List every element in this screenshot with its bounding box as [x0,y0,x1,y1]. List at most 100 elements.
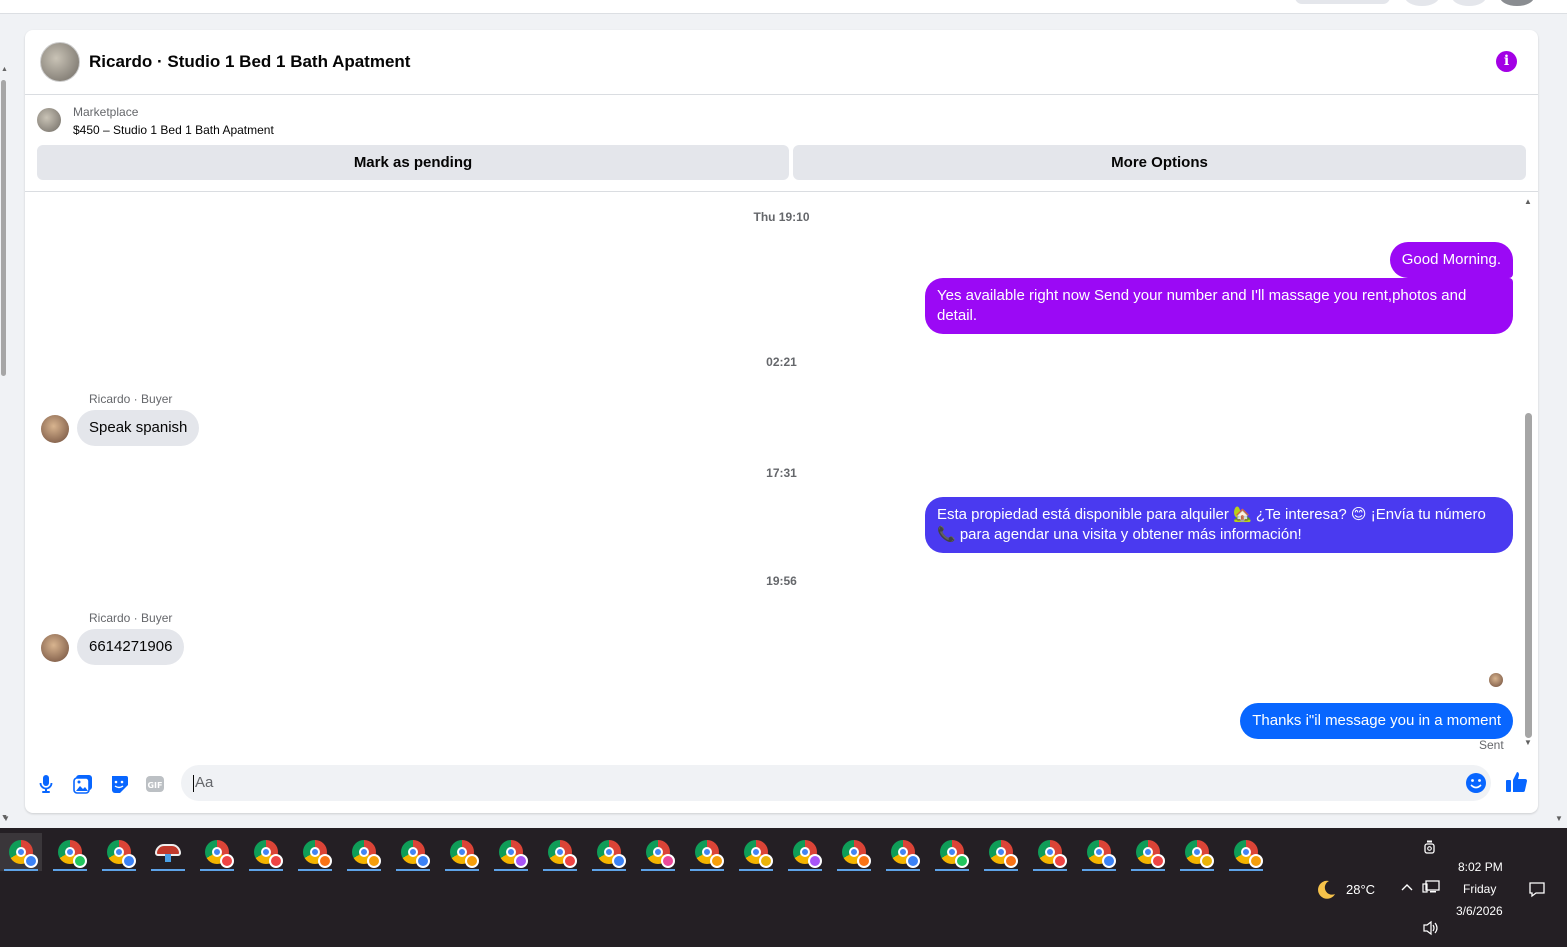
taskbar-app-chrome[interactable] [784,833,826,871]
gif-icon[interactable]: GIF [144,773,166,795]
sticker-icon[interactable] [108,773,130,795]
outgoing-message[interactable]: Good Morning. [1389,242,1513,278]
nav-profile-avatar[interactable] [1500,0,1534,6]
microphone-icon[interactable] [35,773,57,795]
scroll-thumb[interactable] [1525,413,1532,738]
buyer-avatar[interactable] [41,634,69,662]
running-indicator [53,869,87,871]
scroll-down-arrow[interactable]: ▼ [1524,738,1532,747]
chevron-up-icon[interactable] [1400,880,1414,896]
more-options-button[interactable]: More Options [793,145,1526,180]
scroll-thumb[interactable] [1,80,6,376]
listing-price[interactable]: $450 – Studio 1 Bed 1 Bath Apatment [73,123,274,137]
clock-day[interactable]: Friday [1463,882,1496,896]
chat-window: Ricardo · Studio 1 Bed 1 Bath Apatment i… [25,30,1538,813]
incoming-message[interactable]: 6614271906 [77,629,185,665]
chrome-icon [499,840,528,868]
mushroom-app-icon [155,842,181,862]
taskbar-app-chrome[interactable] [735,833,777,871]
chrome-icon [1087,840,1116,868]
page-scrollbar[interactable]: ▲ ▼ [0,62,8,822]
outgoing-message[interactable]: Thanks i"il message you in a moment [1240,703,1513,739]
emoji-icon[interactable] [1465,772,1487,794]
taskbar-app-chrome[interactable] [931,833,973,871]
notification-center-icon[interactable] [1528,881,1546,902]
taskbar-app-chrome[interactable] [490,833,532,871]
profile-badge-icon [563,854,577,868]
taskbar-app-mushroom[interactable] [147,833,189,871]
running-indicator [200,869,234,871]
taskbar-app-chrome[interactable] [1225,833,1267,871]
clock-time[interactable]: 8:02 PM [1458,860,1503,874]
chrome-icon [9,840,38,868]
chrome-icon [1038,840,1067,868]
message-input[interactable]: Aa [181,765,1491,801]
meet-now-icon[interactable] [1424,840,1438,859]
buyer-avatar[interactable] [41,415,69,443]
weather-temperature[interactable]: 28°C [1346,882,1375,897]
taskbar-app-chrome[interactable] [588,833,630,871]
taskbar-app-chrome[interactable] [686,833,728,871]
taskbar-app-chrome[interactable] [98,833,140,871]
network-icon[interactable] [1422,880,1440,897]
nav-notifications-button[interactable] [1452,0,1486,6]
taskbar-app-chrome[interactable] [294,833,336,871]
taskbar-app-chrome[interactable] [196,833,238,871]
taskbar-app-chrome[interactable] [441,833,483,871]
running-indicator [543,869,577,871]
conversation-title[interactable]: Ricardo · Studio 1 Bed 1 Bath Apatment [89,52,410,72]
nav-pill[interactable] [1295,0,1390,4]
chrome-icon [597,840,626,868]
message-input-placeholder: Aa [195,774,214,791]
taskbar-app-chrome[interactable] [343,833,385,871]
chrome-icon [254,840,283,868]
chrome-icon [352,840,381,868]
timestamp: 19:56 [766,574,797,588]
weather-moon-icon[interactable] [1313,878,1337,905]
timestamp: 02:21 [766,355,797,369]
taskbar-app-chrome[interactable] [833,833,875,871]
profile-badge-icon [465,854,479,868]
thumbs-up-icon[interactable] [1505,770,1529,794]
taskbar-app-chrome[interactable] [1127,833,1169,871]
mark-as-pending-button[interactable]: Mark as pending [37,145,789,180]
clock-date[interactable]: 3/6/2026 [1456,904,1503,918]
taskbar-app-chrome[interactable] [392,833,434,871]
scroll-up-arrow[interactable]: ▲ [1524,197,1532,206]
taskbar-app-chrome[interactable] [637,833,679,871]
scroll-up-arrow[interactable]: ▲ [1,66,8,73]
incoming-message[interactable]: Speak spanish [77,410,200,446]
profile-badge-icon [808,854,822,868]
scroll-down-arrow[interactable]: ▼ [2,814,10,823]
taskbar-app-chrome[interactable] [1029,833,1071,871]
conversation-avatar[interactable] [40,42,80,82]
chrome-icon [744,840,773,868]
taskbar-app-chrome[interactable] [245,833,287,871]
volume-icon[interactable] [1422,920,1440,939]
taskbar-app-chrome[interactable] [882,833,924,871]
profile-badge-icon [710,854,724,868]
running-indicator [298,869,332,871]
chrome-icon [401,840,430,868]
info-icon[interactable]: i [1496,51,1517,72]
running-indicator [396,869,430,871]
taskbar-app-chrome[interactable] [0,833,42,871]
message-scrollbar[interactable]: ▲ ▼ [1524,195,1532,750]
taskbar-app-chrome[interactable] [1176,833,1218,871]
running-indicator [739,869,773,871]
nav-menu-button[interactable] [1405,0,1439,6]
taskbar-app-chrome[interactable] [980,833,1022,871]
scroll-down-arrow[interactable]: ▼ [1555,814,1563,823]
photo-icon[interactable] [72,773,94,795]
profile-badge-icon [416,854,430,868]
outgoing-message[interactable]: Esta propiedad está disponible para alqu… [925,497,1513,553]
profile-badge-icon [220,854,234,868]
running-indicator [592,869,626,871]
taskbar-app-chrome[interactable] [1078,833,1120,871]
taskbar-app-chrome[interactable] [49,833,91,871]
listing-thumbnail[interactable] [37,108,61,132]
running-indicator [151,869,185,871]
taskbar-app-chrome[interactable] [539,833,581,871]
outgoing-message[interactable]: Yes available right now Send your number… [925,278,1513,334]
top-nav-strip [0,0,1567,14]
